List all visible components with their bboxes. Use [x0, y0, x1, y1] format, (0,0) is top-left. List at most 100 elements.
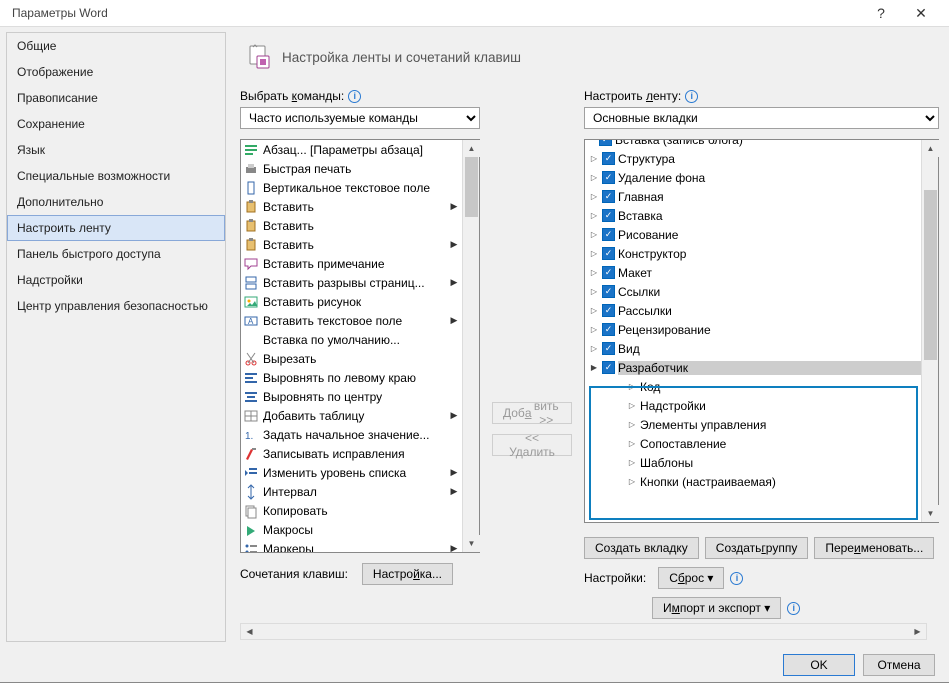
- sidebar-item[interactable]: Правописание: [7, 85, 225, 111]
- expand-icon[interactable]: [589, 154, 599, 163]
- tree-item[interactable]: Рассылки: [585, 301, 921, 320]
- expand-icon[interactable]: [589, 173, 599, 182]
- scroll-thumb[interactable]: [924, 190, 937, 360]
- checkbox-icon[interactable]: [602, 152, 615, 165]
- command-item[interactable]: Вставить рисунок: [241, 292, 462, 311]
- expand-icon[interactable]: [589, 306, 599, 315]
- scroll-down-icon[interactable]: ▼: [463, 535, 480, 552]
- checkbox-icon[interactable]: [599, 140, 612, 146]
- tree-item[interactable]: Структура: [585, 149, 921, 168]
- checkbox-icon[interactable]: [602, 285, 615, 298]
- command-item[interactable]: Вставить▶: [241, 197, 462, 216]
- checkbox-icon[interactable]: [602, 228, 615, 241]
- command-item[interactable]: Вставить▶: [241, 235, 462, 254]
- tree-subitem[interactable]: Сопоставление: [585, 434, 921, 453]
- command-item[interactable]: Вставить разрывы страниц...▶: [241, 273, 462, 292]
- sidebar-item[interactable]: Центр управления безопасностью: [7, 293, 225, 319]
- command-item[interactable]: Маркеры▶: [241, 539, 462, 552]
- info-icon[interactable]: i: [348, 90, 361, 103]
- new-tab-button[interactable]: Создать вкладку: [584, 537, 699, 559]
- expand-icon[interactable]: [589, 192, 599, 201]
- rename-button[interactable]: Переименовать...: [814, 537, 934, 559]
- checkbox-icon[interactable]: [602, 266, 615, 279]
- command-item[interactable]: Вертикальное текстовое поле: [241, 178, 462, 197]
- commands-listbox[interactable]: Абзац... [Параметры абзаца]Быстрая печат…: [240, 139, 480, 553]
- tree-item[interactable]: Ссылки: [585, 282, 921, 301]
- horizontal-scrollbar[interactable]: ◀ ▶: [240, 623, 927, 640]
- scroll-up-icon[interactable]: ▲: [463, 140, 480, 157]
- expand-icon[interactable]: [589, 211, 599, 220]
- command-item[interactable]: Выровнять по центру: [241, 387, 462, 406]
- tree-item[interactable]: Вид: [585, 339, 921, 358]
- scroll-down-icon[interactable]: ▼: [922, 505, 939, 522]
- tree-item[interactable]: Удаление фона: [585, 168, 921, 187]
- command-item[interactable]: Вырезать: [241, 349, 462, 368]
- expand-icon[interactable]: [627, 458, 637, 467]
- sidebar-item[interactable]: Надстройки: [7, 267, 225, 293]
- close-button[interactable]: ✕: [901, 5, 941, 22]
- reset-button[interactable]: Сброс ▾: [658, 567, 724, 589]
- tree-subitem[interactable]: Элементы управления: [585, 415, 921, 434]
- checkbox-icon[interactable]: [602, 247, 615, 260]
- info-icon[interactable]: i: [685, 90, 698, 103]
- command-item[interactable]: Изменить уровень списка▶: [241, 463, 462, 482]
- new-group-button[interactable]: Создать группу: [705, 537, 809, 559]
- import-export-button[interactable]: Импорт и экспорт ▾: [652, 597, 781, 619]
- scroll-thumb[interactable]: [465, 157, 478, 217]
- sidebar-item[interactable]: Дополнительно: [7, 189, 225, 215]
- command-item[interactable]: Макросы: [241, 520, 462, 539]
- expand-icon[interactable]: [589, 230, 599, 239]
- sidebar-item[interactable]: Язык: [7, 137, 225, 163]
- checkbox-icon[interactable]: [602, 190, 615, 203]
- checkbox-icon[interactable]: [602, 171, 615, 184]
- scroll-up-icon[interactable]: ▲: [922, 140, 939, 157]
- tree-subitem[interactable]: Код: [585, 377, 921, 396]
- tree-item[interactable]: Главная: [585, 187, 921, 206]
- commands-source-combo[interactable]: Часто используемые команды: [240, 107, 480, 129]
- command-item[interactable]: Интервал▶: [241, 482, 462, 501]
- tree-subitem[interactable]: Надстройки: [585, 396, 921, 415]
- command-item[interactable]: Копировать: [241, 501, 462, 520]
- expand-icon[interactable]: [627, 420, 637, 429]
- cancel-button[interactable]: Отмена: [863, 654, 935, 676]
- tree-subitem[interactable]: Шаблоны: [585, 453, 921, 472]
- expand-icon[interactable]: [589, 287, 599, 296]
- sidebar-item[interactable]: Сохранение: [7, 111, 225, 137]
- ribbon-tree[interactable]: Вставка (запись блога)СтруктураУдаление …: [584, 139, 939, 523]
- expand-icon[interactable]: [627, 401, 637, 410]
- commands-scrollbar[interactable]: ▲ ▼: [462, 140, 479, 552]
- command-item[interactable]: Вставка по умолчанию...: [241, 330, 462, 349]
- tree-item-selected[interactable]: Разработчик: [585, 358, 921, 377]
- info-icon[interactable]: i: [787, 602, 800, 615]
- sidebar-item[interactable]: Панель быстрого доступа: [7, 241, 225, 267]
- command-item[interactable]: Вставить: [241, 216, 462, 235]
- checkbox-icon[interactable]: [602, 323, 615, 336]
- sidebar-item[interactable]: Отображение: [7, 59, 225, 85]
- expand-icon[interactable]: [627, 382, 637, 391]
- sidebar-item[interactable]: Настроить ленту: [7, 215, 225, 241]
- tree-item[interactable]: Вставка: [585, 206, 921, 225]
- expand-icon[interactable]: [589, 249, 599, 258]
- expand-icon[interactable]: [627, 439, 637, 448]
- ok-button[interactable]: OK: [783, 654, 855, 676]
- scroll-left-icon[interactable]: ◀: [241, 623, 258, 640]
- sidebar-item[interactable]: Общие: [7, 33, 225, 59]
- tree-item[interactable]: Конструктор: [585, 244, 921, 263]
- command-item[interactable]: 1.Задать начальное значение...: [241, 425, 462, 444]
- expand-icon[interactable]: [589, 325, 599, 334]
- tree-scrollbar[interactable]: ▲ ▼: [921, 140, 938, 522]
- info-icon[interactable]: i: [730, 572, 743, 585]
- sidebar-item[interactable]: Специальные возможности: [7, 163, 225, 189]
- collapse-icon[interactable]: [589, 363, 599, 372]
- checkbox-icon[interactable]: [602, 361, 615, 374]
- checkbox-icon[interactable]: [602, 209, 615, 222]
- command-item[interactable]: AВставить текстовое поле▶: [241, 311, 462, 330]
- ribbon-target-combo[interactable]: Основные вкладки: [584, 107, 939, 129]
- expand-icon[interactable]: [627, 477, 637, 486]
- tree-item[interactable]: Макет: [585, 263, 921, 282]
- command-item[interactable]: Быстрая печать: [241, 159, 462, 178]
- command-item[interactable]: Абзац... [Параметры абзаца]: [241, 140, 462, 159]
- help-button[interactable]: ?: [861, 5, 901, 21]
- tree-item[interactable]: Вставка (запись блога): [585, 140, 921, 149]
- scroll-right-icon[interactable]: ▶: [909, 623, 926, 640]
